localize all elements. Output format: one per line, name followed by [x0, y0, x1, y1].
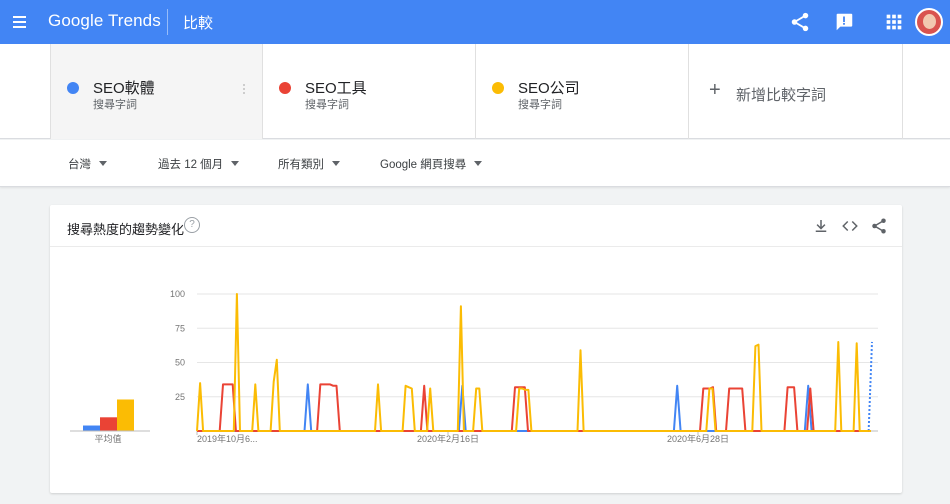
google-trends-logo[interactable]: Google Trends — [48, 11, 161, 31]
card-title: 搜尋熱度的趨勢變化 — [67, 222, 185, 237]
term-color-dot — [67, 82, 79, 94]
brand-trends: Trends — [107, 11, 161, 30]
add-term-label: 新增比較字詞 — [736, 87, 827, 104]
brand-google: Google — [48, 11, 104, 30]
series-partial-segment — [867, 341, 873, 432]
term-chip-2[interactable]: SEO工具 搜尋字詞 — [263, 44, 476, 139]
region-value: 台灣 — [68, 159, 91, 171]
embed-code-icon[interactable] — [841, 217, 859, 235]
y-tick-label: 25 — [175, 392, 185, 402]
term-color-dot — [492, 82, 504, 94]
share-icon[interactable] — [870, 217, 888, 235]
average-bar — [100, 417, 117, 431]
help-icon[interactable]: ? — [184, 217, 200, 233]
average-bar — [83, 425, 100, 431]
interest-over-time-card: 搜尋熱度的趨勢變化 ? 100 75 50 25 平均值 2019年10月6... 2020… — [50, 205, 902, 493]
term-color-dot — [279, 82, 291, 94]
menu-icon[interactable] — [10, 10, 34, 34]
card-header: 搜尋熱度的趨勢變化 ? — [50, 205, 902, 247]
header-divider — [167, 9, 168, 35]
dropdown-arrow-icon — [231, 161, 240, 166]
y-tick-label: 50 — [175, 358, 185, 368]
dropdown-arrow-icon — [474, 161, 483, 166]
series-line — [197, 383, 869, 432]
dropdown-arrow-icon — [332, 161, 340, 166]
dropdown-arrow-icon — [99, 161, 107, 166]
more-options-icon[interactable] — [242, 84, 246, 98]
y-tick-label: 100 — [170, 289, 185, 299]
x-tick-label: 2020年2月16日 — [417, 433, 479, 444]
term-name: SEO公司 — [518, 80, 580, 97]
time-range-value: 過去 12 個月 — [158, 159, 224, 171]
term-name: SEO工具 — [305, 80, 367, 97]
plus-icon: + — [709, 79, 721, 101]
time-range-dropdown[interactable]: 過去 12 個月 — [158, 156, 240, 172]
term-type: 搜尋字詞 — [518, 99, 562, 111]
trend-chart: 100 75 50 25 平均值 2019年10月6... 2020年2月16日 2020年6… — [70, 289, 878, 444]
region-dropdown[interactable]: 台灣 — [68, 156, 107, 172]
y-tick-label: 75 — [175, 323, 185, 333]
term-chip-1[interactable]: SEO軟體 搜尋字詞 — [50, 44, 263, 139]
term-chip-3[interactable]: SEO公司 搜尋字詞 — [476, 44, 689, 139]
feedback-icon[interactable] — [833, 11, 855, 33]
apps-icon[interactable] — [883, 11, 905, 33]
average-bar — [117, 399, 134, 431]
filter-bar: 台灣 過去 12 個月 所有類別 Google 網頁搜尋 — [0, 140, 950, 187]
search-type-value: Google 網頁搜尋 — [380, 159, 467, 171]
category-dropdown[interactable]: 所有類別 — [278, 156, 340, 172]
app-bar: Google Trends 比較 — [0, 0, 950, 44]
x-tick-label: 2020年6月28日 — [667, 433, 729, 444]
page-title: 比較 — [183, 15, 214, 32]
add-term-button[interactable]: + 新增比較字詞 — [689, 44, 903, 139]
series-line — [197, 383, 869, 432]
term-name: SEO軟體 — [93, 80, 155, 97]
download-icon[interactable] — [812, 217, 830, 235]
average-label: 平均值 — [94, 433, 121, 444]
term-type: 搜尋字詞 — [93, 99, 137, 111]
term-type: 搜尋字詞 — [305, 99, 349, 111]
share-icon[interactable] — [789, 11, 811, 33]
comparison-terms: SEO軟體 搜尋字詞 SEO工具 搜尋字詞 SEO公司 搜尋字詞 + 新增比較字… — [0, 44, 950, 139]
x-tick-label: 2019年10月6... — [197, 433, 258, 444]
avatar[interactable] — [915, 8, 943, 36]
category-value: 所有類別 — [278, 159, 324, 171]
search-type-dropdown[interactable]: Google 網頁搜尋 — [380, 156, 483, 172]
